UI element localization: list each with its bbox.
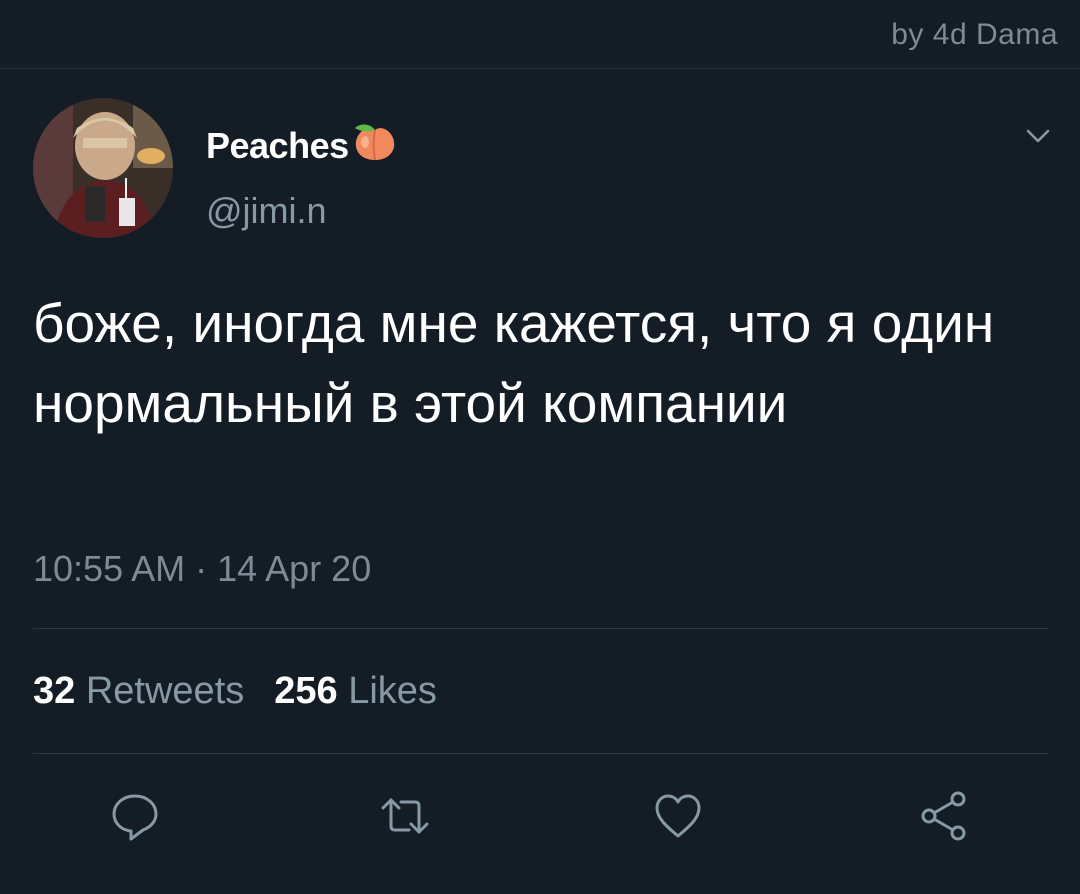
display-name-text: Peaches (206, 125, 349, 166)
peach-icon (351, 120, 399, 173)
divider (33, 753, 1048, 754)
chevron-down-icon[interactable] (1026, 128, 1050, 144)
retweets-stat[interactable]: 32 Retweets (33, 670, 244, 712)
reply-icon[interactable] (109, 790, 161, 842)
watermark: by 4d Dama (891, 18, 1058, 51)
user-handle[interactable]: @jimi.n (206, 190, 327, 232)
retweet-label: Retweets (85, 670, 245, 712)
like-label: Likes (348, 670, 437, 712)
display-name[interactable]: Peaches (206, 120, 399, 173)
retweet-count: 32 (33, 670, 76, 712)
share-icon[interactable] (918, 790, 970, 842)
retweet-icon[interactable] (379, 790, 431, 842)
header-divider (0, 68, 1080, 69)
like-icon[interactable] (652, 790, 704, 842)
avatar[interactable] (33, 98, 173, 238)
tweet-text: боже, иногда мне кажется, что я один нор… (33, 292, 995, 434)
like-count: 256 (274, 670, 338, 712)
likes-stat[interactable]: 256 Likes (274, 670, 437, 712)
tweet-timestamp[interactable]: 10:55 AM · 14 Apr 20 (33, 548, 371, 590)
divider (33, 628, 1048, 629)
tweet-stats: 32 Retweets 256 Likes (33, 670, 437, 713)
